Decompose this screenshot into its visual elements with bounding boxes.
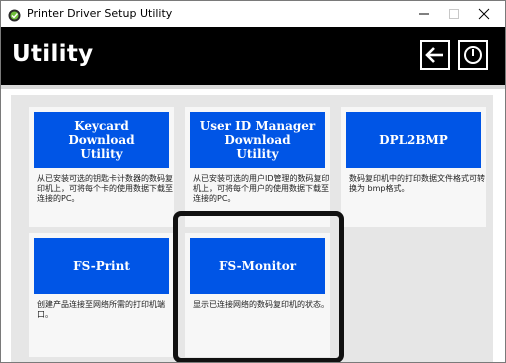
fs-monitor-button[interactable]: FS-Monitor [190, 238, 325, 294]
header-bar: Utility [1, 27, 505, 85]
tile-fs-print: FS-Print 创建产品连接至网络所需的打印机端口。 [29, 233, 174, 357]
window-title: Printer Driver Setup Utility [27, 7, 173, 20]
tile-description: 从已安装可选的用户ID管理的数码复印机上，可将每个用户的使用数据下载至连接的PC… [193, 174, 330, 203]
exit-button[interactable] [458, 40, 488, 70]
tile-dpl2bmp: DPL2BMP 数码复印机中的打印数据文件格式可转换为 bmp格式。 [341, 107, 486, 227]
tile-user-id-manager: User ID Manager Download Utility 从已安装可选的… [185, 107, 330, 227]
tiles-panel: Keycard Download Utility 从已安装可选的钥匙卡计数器的数… [11, 95, 493, 362]
power-icon [464, 46, 482, 64]
user-id-manager-download-utility-button[interactable]: User ID Manager Download Utility [190, 112, 325, 168]
tile-keycard-download: Keycard Download Utility 从已安装可选的钥匙卡计数器的数… [29, 107, 174, 227]
title-bar: Printer Driver Setup Utility [1, 1, 505, 27]
minimize-icon [419, 13, 429, 15]
tile-description: 从已安装可选的钥匙卡计数器的数码复印机上，可将每个卡的使用数据下载至连接的PC。 [37, 174, 173, 203]
dpl2bmp-button[interactable]: DPL2BMP [346, 112, 481, 168]
fs-print-button[interactable]: FS-Print [34, 238, 169, 294]
app-window: Printer Driver Setup Utility Utility Key… [0, 0, 506, 363]
app-icon [8, 7, 21, 22]
tile-description: 数码复印机中的打印数据文件格式可转换为 bmp格式。 [349, 174, 485, 193]
keycard-download-utility-button[interactable]: Keycard Download Utility [34, 112, 169, 168]
tile-fs-monitor: FS-Monitor 显示已连接网络的数码复印机的状态。 [185, 233, 330, 357]
page-title: Utility [12, 41, 94, 67]
minimize-button[interactable] [409, 1, 439, 27]
tile-description: 显示已连接网络的数码复印机的状态。 [193, 300, 329, 309]
maximize-icon [449, 9, 459, 19]
close-button[interactable] [469, 1, 499, 27]
content-area: Keycard Download Utility 从已安装可选的钥匙卡计数器的数… [1, 85, 505, 362]
tile-description: 创建产品连接至网络所需的打印机端口。 [37, 300, 165, 319]
maximize-button[interactable] [439, 1, 469, 27]
back-button[interactable] [420, 40, 450, 70]
close-icon [478, 8, 490, 20]
arrow-left-icon [425, 47, 443, 63]
